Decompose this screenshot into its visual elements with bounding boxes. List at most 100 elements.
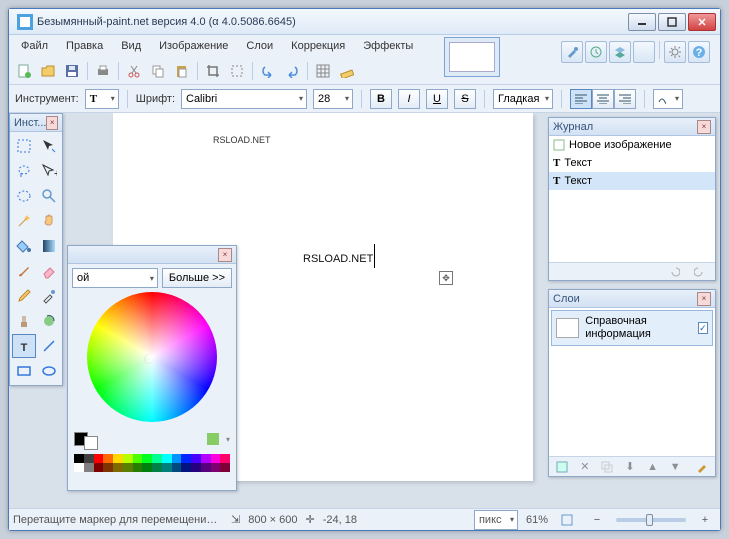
palette-color[interactable] [211, 463, 221, 472]
history-item[interactable]: Новое изображение [549, 136, 715, 154]
tool-text[interactable]: T [12, 334, 36, 358]
maximize-button[interactable] [658, 13, 686, 31]
zoom-in-icon[interactable]: + [694, 509, 716, 531]
menu-layers[interactable]: Слои [238, 38, 281, 54]
palette-color[interactable] [84, 463, 94, 472]
tool-gradient[interactable] [37, 234, 61, 258]
tool-lasso[interactable] [12, 159, 36, 183]
menu-effects[interactable]: Эффекты [355, 38, 421, 54]
font-size-combo[interactable]: 28 [313, 89, 353, 109]
palette-color[interactable] [133, 454, 143, 463]
colors-panel-close[interactable]: × [218, 248, 232, 262]
canvas-text-editing[interactable]: RSLOAD.NET [303, 241, 375, 268]
fill-mode-combo[interactable] [653, 89, 683, 109]
copy-button[interactable] [147, 60, 169, 82]
layer-props-icon[interactable] [692, 456, 711, 478]
new-button[interactable] [13, 60, 35, 82]
palette-color[interactable] [74, 463, 84, 472]
palette-color[interactable] [152, 454, 162, 463]
align-center-button[interactable] [592, 89, 614, 109]
color-palette[interactable] [74, 454, 230, 472]
tool-wand[interactable] [12, 209, 36, 233]
tool-eraser[interactable] [37, 259, 61, 283]
palette-color[interactable] [84, 454, 94, 463]
layers-toggle-icon[interactable] [609, 41, 631, 63]
layer-dup-icon[interactable] [598, 456, 617, 478]
palette-color[interactable] [123, 454, 133, 463]
palette-color[interactable] [142, 454, 152, 463]
tool-rect[interactable] [12, 359, 36, 383]
text-move-handle[interactable]: ✥ [439, 271, 453, 285]
palette-color[interactable] [220, 454, 230, 463]
tool-pencil[interactable] [12, 284, 36, 308]
color-wheel[interactable] [87, 292, 217, 422]
palette-color[interactable] [201, 454, 211, 463]
crop-button[interactable] [202, 60, 224, 82]
menu-image[interactable]: Изображение [151, 38, 236, 54]
tool-ellipse-select[interactable] [12, 184, 36, 208]
zoom-fit-icon[interactable] [556, 509, 578, 531]
history-toggle-icon[interactable] [585, 41, 607, 63]
tools-panel-close[interactable]: × [46, 116, 58, 130]
grid-button[interactable] [312, 60, 334, 82]
tool-ellipse[interactable] [37, 359, 61, 383]
menu-edit[interactable]: Правка [58, 38, 111, 54]
italic-button[interactable]: I [398, 89, 420, 109]
bold-button[interactable]: B [370, 89, 392, 109]
align-right-button[interactable] [614, 89, 636, 109]
palette-color[interactable] [142, 463, 152, 472]
tool-rect-select[interactable] [12, 134, 36, 158]
paste-button[interactable] [171, 60, 193, 82]
open-button[interactable] [37, 60, 59, 82]
tool-picker[interactable] [37, 284, 61, 308]
palette-color[interactable] [220, 463, 230, 472]
palette-color[interactable] [103, 463, 113, 472]
palette-color[interactable] [74, 454, 84, 463]
minimize-button[interactable] [628, 13, 656, 31]
palette-color[interactable] [113, 454, 123, 463]
font-family-combo[interactable]: Calibri [181, 89, 307, 109]
palette-color[interactable] [191, 463, 201, 472]
help-icon[interactable]: ? [688, 41, 710, 63]
tool-fill[interactable] [12, 234, 36, 258]
palette-color[interactable] [172, 463, 182, 472]
tool-line[interactable] [37, 334, 61, 358]
cut-button[interactable] [123, 60, 145, 82]
tool-brush[interactable] [12, 259, 36, 283]
settings-icon[interactable] [664, 41, 686, 63]
palette-color[interactable] [181, 454, 191, 463]
aa-combo[interactable]: Гладкая [493, 89, 553, 109]
tool-zoom[interactable] [37, 184, 61, 208]
menu-view[interactable]: Вид [113, 38, 149, 54]
layer-merge-icon[interactable]: ⬇ [621, 456, 640, 478]
align-left-button[interactable] [570, 89, 592, 109]
palette-color[interactable] [181, 463, 191, 472]
history-item[interactable]: TТекст [549, 172, 715, 190]
underline-button[interactable]: U [426, 89, 448, 109]
save-button[interactable] [61, 60, 83, 82]
history-item[interactable]: TТекст [549, 154, 715, 172]
close-button[interactable] [688, 13, 716, 31]
menu-file[interactable]: Файл [13, 38, 56, 54]
history-panel-close[interactable]: × [697, 120, 711, 134]
tool-recolor[interactable] [37, 309, 61, 333]
history-undo-icon[interactable] [663, 261, 685, 283]
unit-combo[interactable]: пикс [474, 510, 518, 530]
tool-pan[interactable] [37, 209, 61, 233]
layer-visible-checkbox[interactable]: ✓ [698, 322, 708, 334]
zoom-slider[interactable] [616, 518, 686, 522]
layer-add-icon[interactable] [553, 456, 572, 478]
ruler-button[interactable] [336, 60, 358, 82]
tool-move-sel[interactable] [37, 134, 61, 158]
palette-color[interactable] [162, 454, 172, 463]
palette-color[interactable] [123, 463, 133, 472]
palette-color[interactable] [94, 463, 104, 472]
palette-color[interactable] [103, 454, 113, 463]
layers-panel-close[interactable]: × [697, 292, 711, 306]
redo-button[interactable] [281, 60, 303, 82]
titlebar[interactable]: Безымянный-paint.net версия 4.0 (α 4.0.5… [9, 9, 720, 35]
palette-color[interactable] [191, 454, 201, 463]
tools-toggle-icon[interactable] [561, 41, 583, 63]
tool-move[interactable]: + [37, 159, 61, 183]
secondary-swatch[interactable] [84, 436, 98, 450]
